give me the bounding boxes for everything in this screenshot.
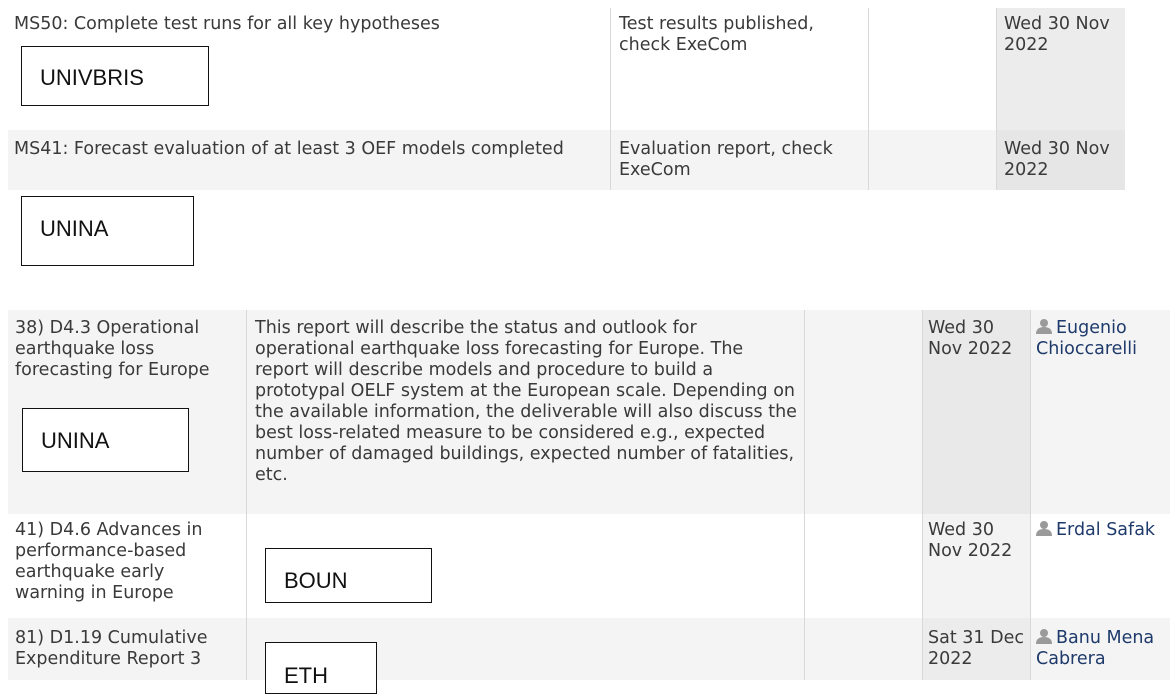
milestone-title: MS41: Forecast evaluation of at least 3 … [14, 139, 564, 159]
milestone-verification: Test results published, check ExeCom [619, 14, 814, 55]
partner-tag: UNIVBRIS [21, 46, 209, 106]
deliverable-title: 81) D1.19 Cumulative Expenditure Report … [15, 628, 208, 669]
deliverable-due: Sat 31 Dec 2022 [928, 628, 1024, 669]
deliverable-person[interactable]: Erdal Safak [1036, 520, 1170, 541]
deliverable-due: Wed 30 Nov 2022 [928, 318, 1013, 359]
deliverable-due: Wed 30 Nov 2022 [928, 520, 1013, 561]
deliverable-title: 41) D4.6 Advances in performance-based e… [15, 520, 203, 603]
milestone-due: Wed 30 Nov 2022 [1004, 139, 1110, 180]
deliverable-person[interactable]: Eugenio Chioccarelli [1036, 318, 1170, 360]
partner-tag-label: UNINA [40, 216, 109, 241]
partner-tag-label: UNIVBRIS [40, 65, 144, 90]
partner-tag-label: UNINA [41, 428, 110, 453]
partner-tag-label: BOUN [284, 568, 348, 593]
milestone-verification: Evaluation report, check ExeCom [619, 139, 833, 180]
person-icon [1036, 319, 1052, 334]
partner-tag: UNINA [21, 196, 194, 266]
person-icon [1036, 629, 1052, 644]
deliverable-description: This report will describe the status and… [255, 318, 797, 485]
partner-tag-label: ETH [284, 663, 328, 688]
partner-tag: BOUN [265, 548, 432, 603]
partner-tag: ETH [265, 642, 377, 694]
milestone-title: MS50: Complete test runs for all key hyp… [14, 14, 440, 34]
person-name[interactable]: Banu Mena Cabrera [1036, 628, 1154, 669]
deliverable-person[interactable]: Banu Mena Cabrera [1036, 628, 1170, 670]
person-name[interactable]: Erdal Safak [1056, 520, 1155, 540]
deliverable-title: 38) D4.3 Operational earthquake loss for… [15, 318, 210, 380]
partner-tag: UNINA [22, 408, 189, 472]
milestone-due: Wed 30 Nov 2022 [1004, 14, 1110, 55]
person-icon [1036, 521, 1052, 536]
